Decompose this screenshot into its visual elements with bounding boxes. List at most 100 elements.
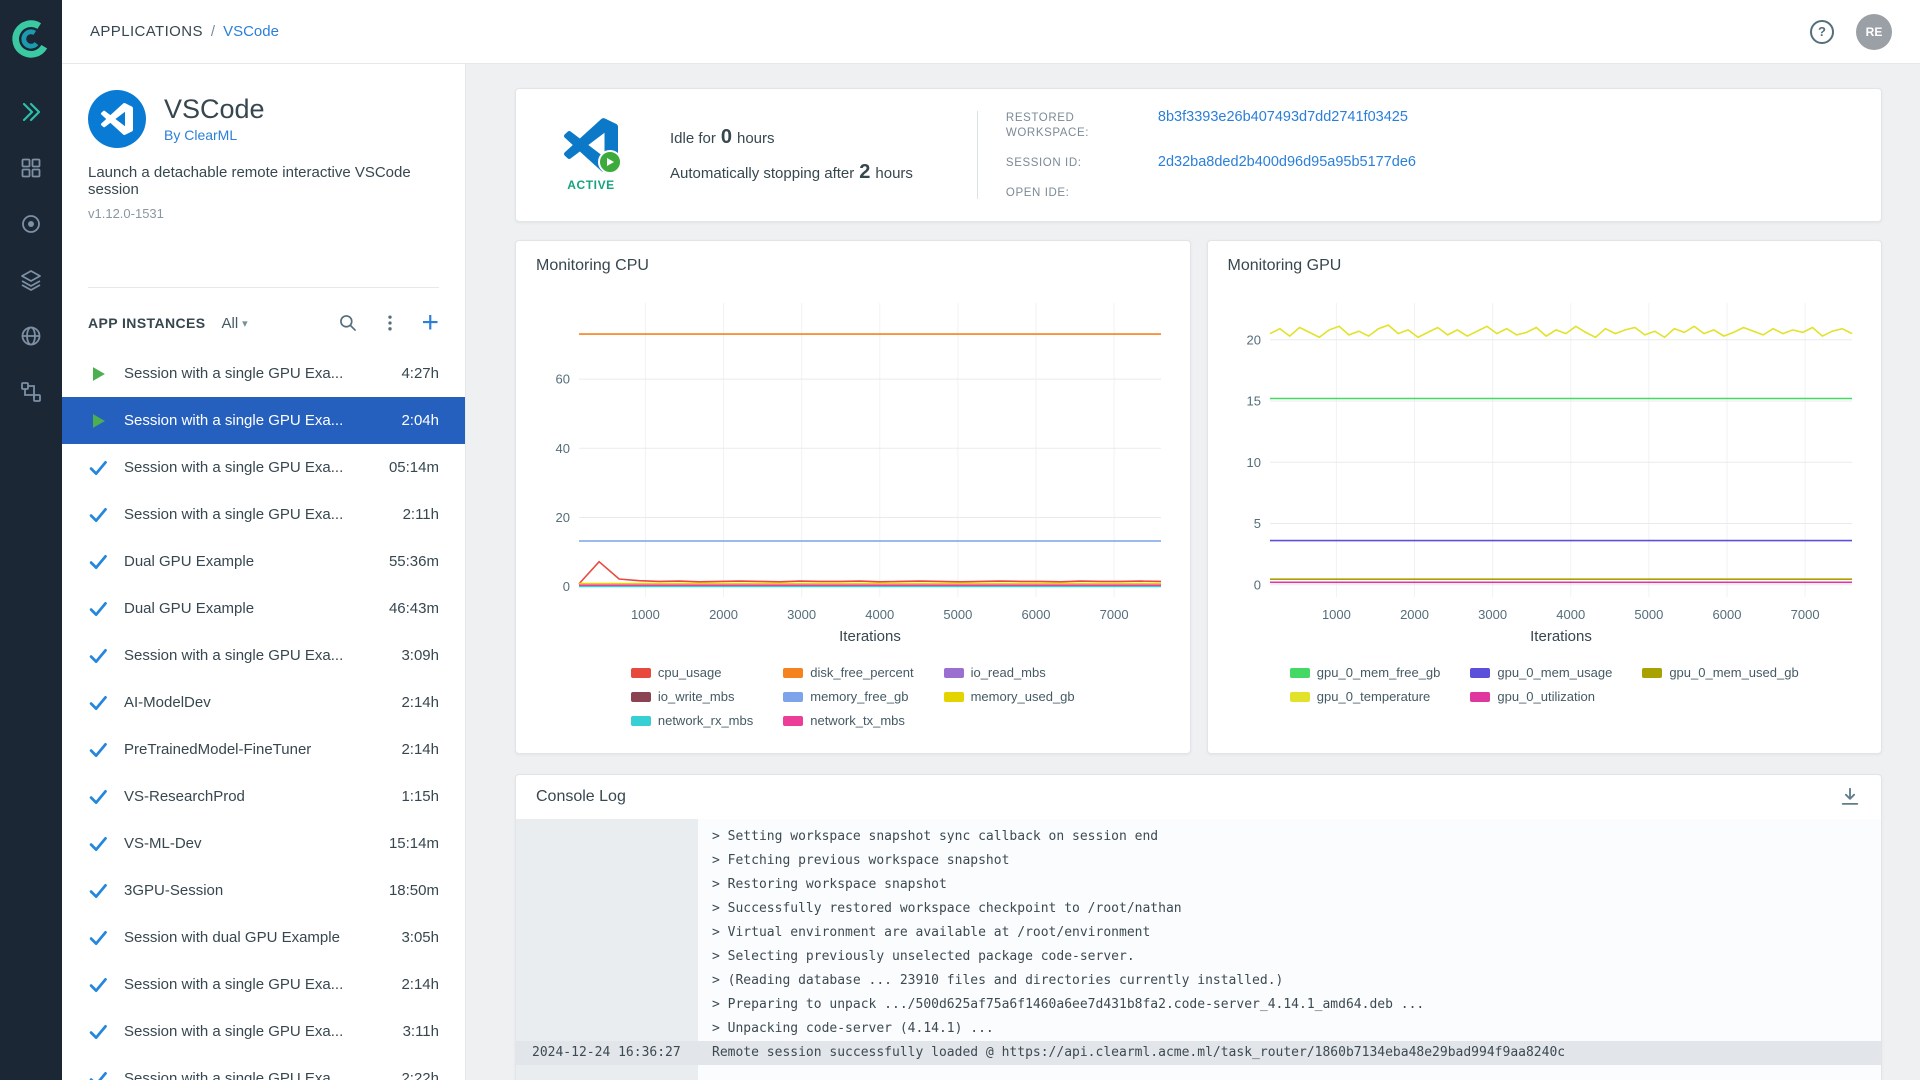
legend-item-network_rx_mbs[interactable]: network_rx_mbs [630,713,753,728]
list-item-instance[interactable]: Session with a single GPU Exa... 3:11h [62,1008,465,1055]
list-item-instance[interactable]: 3GPU-Session 18:50m [62,867,465,914]
svg-text:40: 40 [555,441,569,456]
instance-time: 2:14h [401,741,439,758]
console-log-body[interactable]: > Setting workspace snapshot sync callba… [516,819,1881,1080]
download-log-icon[interactable] [1839,786,1861,808]
gpu-chart-legend: gpu_0_mem_free_gb gpu_0_mem_usage gpu_0_me… [1289,665,1799,704]
legend-item-cpu_usage[interactable]: cpu_usage [630,665,753,680]
instance-time: 05:14m [388,459,439,476]
add-instance-button[interactable]: + [421,308,439,338]
breadcrumb-separator: / [210,23,216,40]
console-log-card: Console Log > Setting workspace snapshot… [515,774,1882,1080]
list-item-instance[interactable]: VS-ResearchProd 1:15h [62,773,465,820]
avatar[interactable]: RE [1856,13,1892,50]
instance-time: 3:05h [401,929,439,946]
legend-swatch-icon [1470,667,1491,678]
list-item-instance[interactable]: PreTrainedModel-FineTuner 2:14h [62,726,465,773]
help-icon[interactable]: ? [1810,19,1834,44]
svg-text:20: 20 [555,510,569,525]
clearml-logo[interactable] [8,16,54,62]
log-line: > Unpacking code-server (4.14.1) ... [712,1021,994,1036]
sidebar-nav-datasets[interactable] [0,252,62,308]
list-item-instance[interactable]: AI-ModelDev 2:14h [62,679,465,726]
top-bar: APPLICATIONS / VSCode ? RE [62,0,1920,64]
legend-item-gpu_0_temperature[interactable]: gpu_0_temperature [1289,689,1441,704]
breadcrumb-applications[interactable]: APPLICATIONS [90,23,203,40]
completed-check-icon [88,1069,108,1080]
app-panel: VSCode By ClearML Launch a detachable re… [62,64,466,1080]
legend-item-gpu_0_mem_usage[interactable]: gpu_0_mem_usage [1470,665,1612,680]
topbar-actions: ? RE [1810,13,1892,50]
legend-swatch-icon [943,691,964,702]
svg-text:15: 15 [1247,394,1261,409]
legend-swatch-icon [630,691,651,702]
list-item-instance[interactable]: VS-ML-Dev 15:14m [62,820,465,867]
sidebar-nav-projects[interactable] [0,140,62,196]
sidebar-nav-workers[interactable] [0,196,62,252]
legend-label: gpu_0_temperature [1316,689,1431,704]
instance-time: 2:04h [401,412,439,429]
sidebar-nav-pipelines[interactable] [0,364,62,420]
idle-info: Idle for 0 hours Automatically stopping af… [670,126,913,184]
legend-item-gpu_0_mem_free_gb[interactable]: gpu_0_mem_free_gb [1289,665,1441,680]
sidebar-nav-applications[interactable] [0,84,62,140]
session-fields: RESTORED WORKSPACE: 8b3f3393e26b407493d7d… [1006,109,1416,201]
list-item-instance[interactable]: Session with a single GPU Exa... 2:22h [62,1055,465,1080]
legend-label: gpu_0_mem_used_gb [1669,665,1799,680]
app-byline-link[interactable]: By ClearML [164,127,265,143]
completed-check-icon [88,834,108,854]
instance-time: 15:14m [388,835,439,852]
sidebar-nav-reports[interactable] [0,308,62,364]
legend-swatch-icon [630,715,651,726]
running-play-icon [88,411,108,431]
instance-time: 3:11h [402,1023,439,1040]
completed-check-icon [88,458,108,478]
cpu-chart-plot[interactable]: 1000 2000 3000 4000 5000 6000 7000 0 20 40 60 Itera… [531,285,1175,653]
svg-text:5: 5 [1254,516,1261,531]
completed-check-icon [88,881,108,901]
list-item-instance[interactable]: Session with dual GPU Example 3:05h [62,914,465,961]
instance-name: Session with a single GPU Exa... [124,506,344,523]
field-value-link[interactable]: 8b3f3393e26b407493d7dd2741f03425 [1158,109,1416,125]
list-item-instance[interactable]: Session with a single GPU Exa... 2:11h [62,491,465,538]
legend-item-network_tx_mbs[interactable]: network_tx_mbs [783,713,913,728]
legend-item-io_write_mbs[interactable]: io_write_mbs [630,689,753,704]
legend-swatch-icon [783,667,804,678]
svg-text:0: 0 [563,579,570,594]
app-header: VSCode By ClearML [62,90,465,148]
legend-item-memory_used_gb[interactable]: memory_used_gb [943,689,1075,704]
list-item-instance[interactable]: Session with a single GPU Exa... 2:04h [62,397,465,444]
gpu-chart-plot[interactable]: 1000 2000 3000 4000 5000 6000 7000 0 5 10 15 20 Iter… [1222,285,1866,653]
legend-item-disk_free_percent[interactable]: disk_free_percent [783,665,914,680]
list-item-instance[interactable]: Session with a single GPU Exa... 4:27h [62,350,465,397]
field-value-link[interactable]: 2d32ba8ded2b400d96d95a95b5177de6 [1158,154,1416,170]
instance-name: Session with a single GPU Exa... [124,365,344,382]
svg-text:5000: 5000 [943,607,972,622]
instances-filter-dropdown[interactable]: All ▾ [221,315,247,332]
legend-label: gpu_0_mem_free_gb [1316,665,1441,680]
completed-check-icon [88,787,108,807]
legend-item-memory_free_gb[interactable]: memory_free_gb [783,689,913,704]
instance-name: Dual GPU Example [124,553,255,570]
gpu-chart-title: Monitoring GPU [1227,257,1342,274]
list-item-instance[interactable]: Session with a single GPU Exa... 05:14m [62,444,465,491]
instance-name: 3GPU-Session [124,882,224,899]
search-icon[interactable] [337,312,359,334]
completed-check-icon [88,505,108,525]
legend-swatch-icon [1289,691,1310,702]
legend-item-gpu_0_mem_used_gb[interactable]: gpu_0_mem_used_gb [1642,665,1799,680]
list-item-instance[interactable]: Dual GPU Example 55:36m [62,538,465,585]
instance-time: 2:22h [401,1070,439,1080]
instance-time: 2:14h [401,976,439,993]
breadcrumb-current[interactable]: VSCode [223,23,279,40]
legend-item-io_read_mbs[interactable]: io_read_mbs [943,665,1075,680]
svg-text:0: 0 [1254,577,1261,592]
autostop-hours-value: 2 [859,161,871,183]
list-item-instance[interactable]: Session with a single GPU Exa... 3:09h [62,632,465,679]
legend-item-gpu_0_utilization[interactable]: gpu_0_utilization [1470,689,1612,704]
kebab-menu-icon[interactable] [379,312,401,334]
list-item-instance[interactable]: Session with a single GPU Exa... 2:14h [62,961,465,1008]
svg-text:60: 60 [555,372,569,387]
list-item-instance[interactable]: Dual GPU Example 46:43m [62,585,465,632]
legend-swatch-icon [1642,667,1663,678]
